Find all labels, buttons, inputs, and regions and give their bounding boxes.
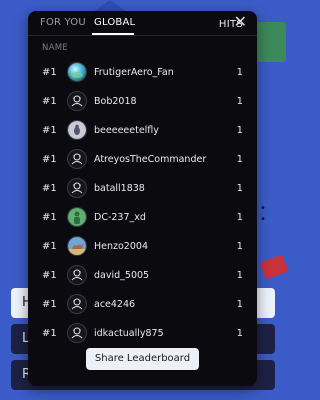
rank-label: #1 <box>42 241 57 252</box>
avatar <box>67 120 87 140</box>
leaderboard-row: #1 batall1838 1 <box>28 175 257 204</box>
tab-global[interactable]: GLOBAL <box>94 17 135 28</box>
username[interactable]: Bob2018 <box>94 96 137 107</box>
rank-label: #1 <box>42 154 57 165</box>
rank-label: #1 <box>42 67 57 78</box>
hits-value: 1 <box>236 299 243 310</box>
background-dots: • • <box>260 203 272 225</box>
leaderboard-row: #1 david_5005 1 <box>28 262 257 291</box>
hits-value: 1 <box>236 270 243 281</box>
username[interactable]: idkactually875 <box>94 328 164 339</box>
leaderboard-row: #1 idkactually875 1 <box>28 320 257 349</box>
avatar <box>67 91 87 111</box>
hits-value: 1 <box>236 96 243 107</box>
column-header-name: NAME <box>42 43 69 53</box>
rank-label: #1 <box>42 96 57 107</box>
hits-value: 1 <box>236 212 243 223</box>
avatar <box>67 62 87 82</box>
leaderboard-row: #1 FrutigerAero_Fan 1 <box>28 59 257 88</box>
leaderboard-row: #1 AtreyosTheCommander 1 <box>28 146 257 175</box>
avatar <box>67 294 87 314</box>
leaderboard-row: #1 Henzo2004 1 <box>28 233 257 262</box>
leaderboard-row: #1 beeeeeetelfly 1 <box>28 117 257 146</box>
avatar <box>67 236 87 256</box>
username[interactable]: batall1838 <box>94 183 145 194</box>
rank-label: #1 <box>42 212 57 223</box>
username[interactable]: beeeeeetelfly <box>94 125 159 136</box>
column-header-hits: HITS <box>218 19 243 30</box>
avatar <box>67 265 87 285</box>
username[interactable]: AtreyosTheCommander <box>94 154 206 165</box>
hits-value: 1 <box>236 154 243 165</box>
hits-value: 1 <box>236 241 243 252</box>
active-tab-indicator <box>92 33 134 35</box>
username[interactable]: DC-237_xd <box>94 212 146 223</box>
hits-value: 1 <box>236 125 243 136</box>
leaderboard-modal: FOR YOU GLOBAL ✕ NAME HITS #1 FrutigerAer… <box>28 11 257 386</box>
avatar <box>67 149 87 169</box>
rank-label: #1 <box>42 125 57 136</box>
rank-label: #1 <box>42 183 57 194</box>
avatar <box>67 178 87 198</box>
tab-for-you[interactable]: FOR YOU <box>40 17 86 28</box>
username[interactable]: FrutigerAero_Fan <box>94 67 174 78</box>
hits-value: 1 <box>236 328 243 339</box>
avatar <box>67 323 87 343</box>
username[interactable]: david_5005 <box>94 270 149 281</box>
rank-label: #1 <box>42 328 57 339</box>
leaderboard-row: #1 Bob2018 1 <box>28 88 257 117</box>
hits-value: 1 <box>236 183 243 194</box>
leaderboard-row: #1 DC-237_xd 1 <box>28 204 257 233</box>
share-leaderboard-button[interactable]: Share Leaderboard <box>86 348 199 370</box>
hits-value: 1 <box>236 67 243 78</box>
leaderboard-row: #1 ace4246 1 <box>28 291 257 320</box>
avatar <box>67 207 87 227</box>
rank-label: #1 <box>42 270 57 281</box>
username[interactable]: Henzo2004 <box>94 241 148 252</box>
rank-label: #1 <box>42 299 57 310</box>
background-red-shape <box>259 254 289 280</box>
username[interactable]: ace4246 <box>94 299 135 310</box>
